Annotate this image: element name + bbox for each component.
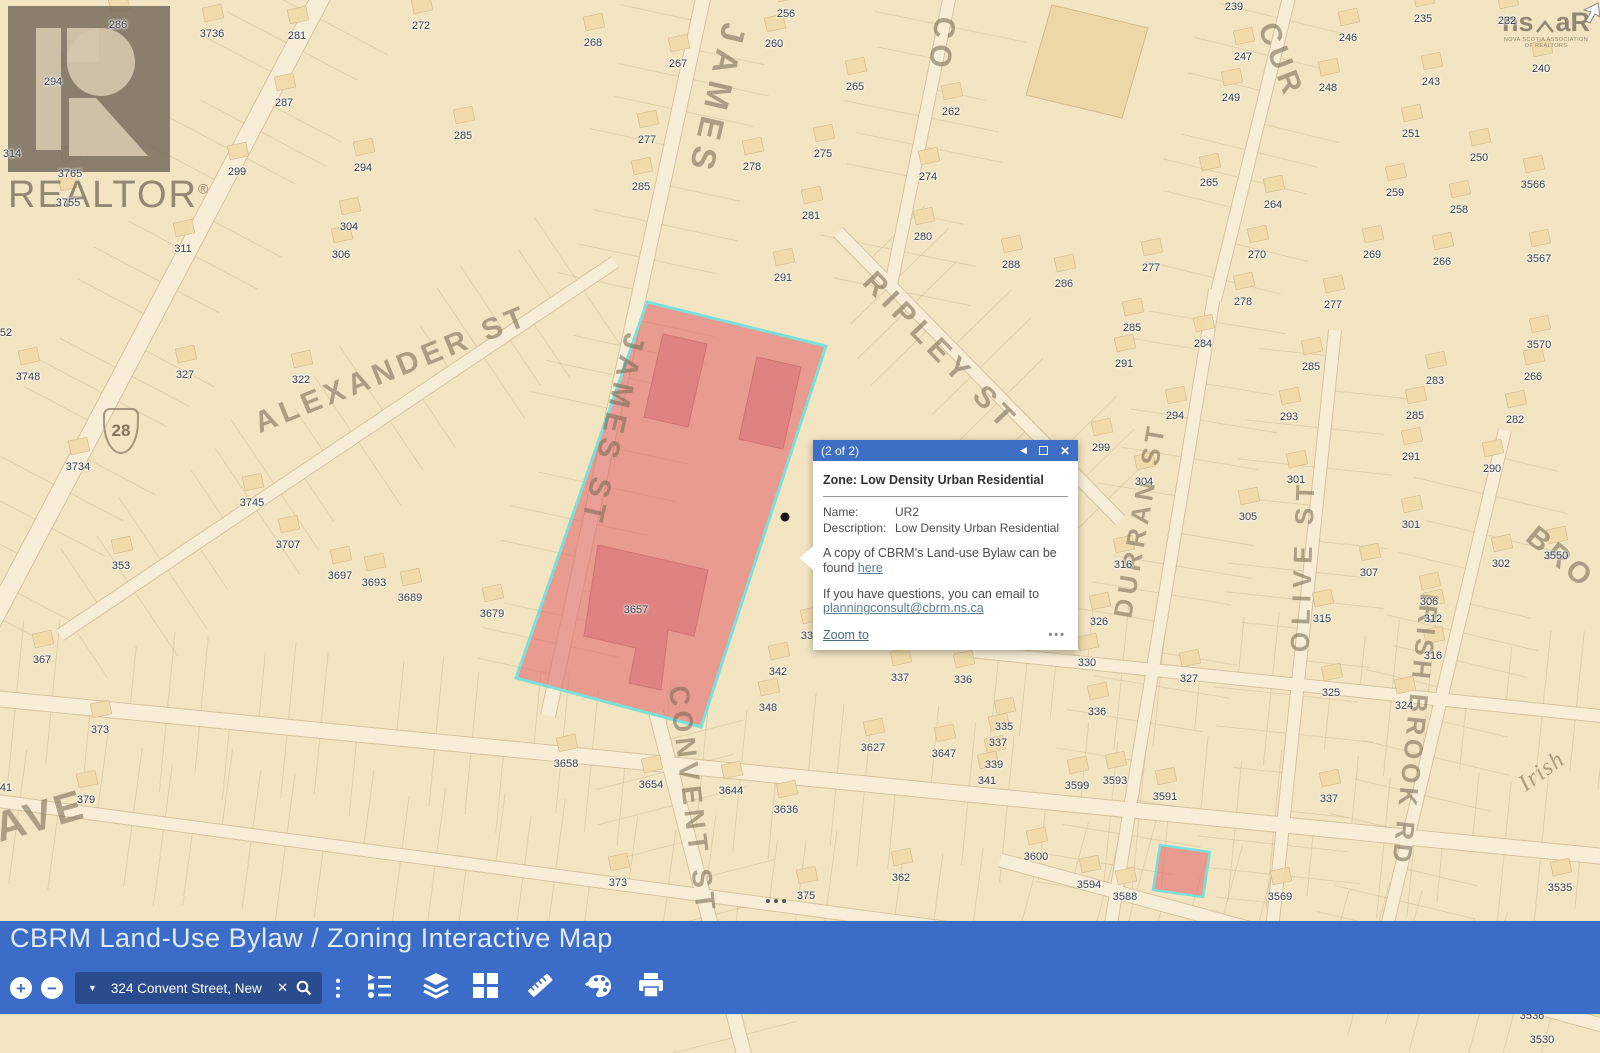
map-canvas[interactable] bbox=[0, 0, 1600, 1053]
field-description-value: Low Density Urban Residential bbox=[895, 521, 1059, 535]
field-name-value: UR2 bbox=[895, 505, 919, 519]
legend-icon[interactable] bbox=[365, 971, 393, 999]
zoom-in-button[interactable]: + bbox=[10, 977, 32, 999]
basemap-gallery-icon[interactable] bbox=[471, 971, 499, 999]
search-box[interactable]: ▼ 324 Convent Street, New ✕ bbox=[75, 972, 322, 1004]
search-clear-icon[interactable]: ✕ bbox=[277, 980, 288, 996]
print-icon[interactable] bbox=[637, 971, 665, 999]
popup-previous-button[interactable]: ◀ bbox=[1020, 446, 1027, 455]
cursor-icon bbox=[1580, 1, 1600, 25]
popup-dock-ellipsis[interactable] bbox=[766, 899, 786, 903]
field-description-label: Description: bbox=[823, 521, 895, 535]
popup-close-button[interactable]: ✕ bbox=[1060, 445, 1070, 457]
popup-callout-arrow bbox=[800, 545, 814, 571]
identify-popup: (2 of 2) ◀ ✕ Zone: Low Density Urban Res… bbox=[813, 440, 1078, 650]
bylaw-here-link[interactable]: here bbox=[858, 561, 883, 575]
field-name-label: Name: bbox=[823, 505, 895, 519]
popup-more-options[interactable]: ••• bbox=[1048, 629, 1066, 641]
identify-point-dot bbox=[781, 513, 790, 522]
email-link[interactable]: planningconsult@cbrm.ns.ca bbox=[823, 601, 984, 615]
popup-pager: (2 of 2) bbox=[821, 444, 1008, 458]
layers-icon[interactable] bbox=[422, 971, 450, 999]
zoom-out-button[interactable]: − bbox=[41, 977, 63, 999]
popup-maximize-button[interactable] bbox=[1039, 446, 1048, 455]
search-dropdown-caret[interactable]: ▼ bbox=[88, 983, 97, 993]
popup-titlebar: (2 of 2) ◀ ✕ bbox=[813, 440, 1078, 461]
bottom-app-bar: CBRM Land-Use Bylaw / Zoning Interactive… bbox=[0, 921, 1600, 1014]
zoom-to-link[interactable]: Zoom to bbox=[823, 628, 869, 642]
measure-icon[interactable] bbox=[526, 971, 554, 999]
questions-paragraph: If you have questions, you can email to … bbox=[823, 587, 1068, 617]
toolbar-kebab-icon[interactable] bbox=[336, 979, 340, 998]
search-icon[interactable] bbox=[296, 980, 312, 996]
map-stage[interactable]: JAMESJAMES STCONVENT STALEXANDER STRIPLE… bbox=[0, 0, 1600, 1053]
selected-parcel-secondary[interactable] bbox=[1153, 845, 1210, 897]
app-title: CBRM Land-Use Bylaw / Zoning Interactive… bbox=[10, 923, 613, 954]
search-input[interactable]: 324 Convent Street, New bbox=[111, 981, 275, 996]
draw-icon[interactable] bbox=[584, 971, 612, 999]
popup-zone-title: Zone: Low Density Urban Residential bbox=[823, 469, 1068, 497]
bylaw-paragraph: A copy of CBRM's Land-use Bylaw can be f… bbox=[823, 546, 1068, 576]
